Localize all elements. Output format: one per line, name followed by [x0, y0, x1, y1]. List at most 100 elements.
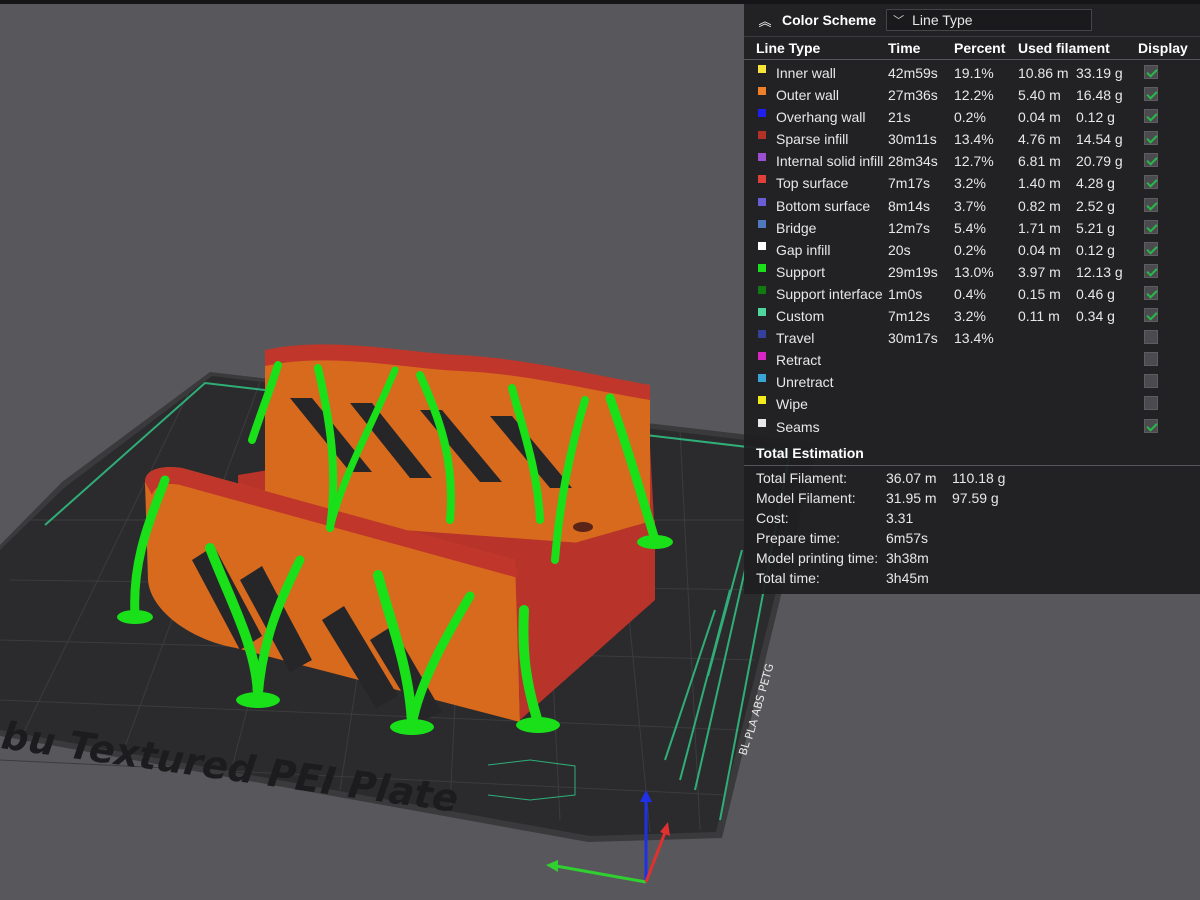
filament-length: 0.15 m — [1018, 285, 1061, 302]
time-value: 1m0s — [888, 285, 923, 302]
time-value: 7m12s — [888, 308, 931, 325]
table-row: Wipe — [744, 393, 1200, 415]
time-value: 30m17s — [888, 330, 938, 347]
display-checkbox[interactable] — [1144, 87, 1158, 102]
display-checkbox[interactable] — [1144, 396, 1158, 411]
line-type-name: Support interface — [776, 285, 883, 302]
filament-length: 1.71 m — [1018, 219, 1061, 236]
total-estimation-title: Total Estimation — [756, 445, 864, 461]
percent-value: 3.2% — [954, 175, 986, 192]
display-checkbox[interactable] — [1144, 241, 1158, 256]
header-display: Display — [1138, 40, 1188, 56]
filament-length: 0.04 m — [1018, 109, 1061, 126]
percent-value: 3.2% — [954, 308, 986, 325]
line-type-name: Support — [776, 263, 826, 280]
table-row: Bottom surface 8m14s 3.7% 0.82 m 2.52 g — [744, 195, 1200, 217]
line-type-name: Unretract — [776, 374, 834, 391]
total-value-secondary: 97.59 g — [952, 490, 999, 506]
panel-header: ︽ Color Scheme ﹀ Line Type — [744, 4, 1200, 37]
display-checkbox[interactable] — [1144, 352, 1158, 367]
total-row: Model printing time: 3h38m — [744, 548, 1200, 568]
time-value: 30m11s — [888, 131, 937, 148]
color-swatch — [758, 241, 766, 250]
display-checkbox[interactable] — [1144, 197, 1158, 212]
filament-length: 0.04 m — [1018, 241, 1061, 258]
display-checkbox[interactable] — [1144, 330, 1158, 345]
display-checkbox[interactable] — [1144, 308, 1158, 323]
color-swatch — [758, 285, 766, 294]
total-row: Cost: 3.31 — [744, 508, 1200, 528]
filament-weight: 0.34 g — [1076, 308, 1115, 325]
total-value: 3.31 — [886, 510, 914, 526]
table-row: Internal solid infill 28m34s 12.7% 6.81 m 20… — [744, 150, 1200, 172]
color-swatch — [758, 374, 766, 383]
percent-value: 0.2% — [954, 241, 986, 258]
display-checkbox[interactable] — [1144, 131, 1158, 146]
total-value: 3h38m — [886, 550, 929, 566]
percent-value: 12.2% — [954, 87, 994, 104]
filament-length: 1.40 m — [1018, 175, 1061, 192]
header-time: Time — [888, 40, 921, 56]
header-used-filament: Used filament — [1018, 40, 1110, 56]
line-type-table: Inner wall 42m59s 19.1% 10.86 m 33.19 g Outer… — [744, 60, 1200, 438]
total-label: Prepare time: — [756, 530, 841, 546]
time-value: 8m14s — [888, 197, 931, 214]
table-row: Bridge 12m7s 5.4% 1.71 m 5.21 g — [744, 217, 1200, 239]
total-label: Model Filament: — [756, 490, 856, 506]
color-swatch — [758, 352, 766, 361]
percent-value: 0.2% — [954, 109, 986, 126]
table-row: Seams — [744, 416, 1200, 438]
table-row: Retract — [744, 349, 1200, 371]
filament-weight: 12.13 g — [1076, 263, 1123, 280]
display-checkbox[interactable] — [1144, 109, 1158, 124]
filament-weight: 2.52 g — [1076, 197, 1115, 214]
display-checkbox[interactable] — [1144, 219, 1158, 234]
line-type-dropdown[interactable]: ﹀ Line Type — [886, 9, 1093, 31]
filament-weight: 0.46 g — [1076, 285, 1115, 302]
time-value: 20s — [888, 241, 911, 258]
double-chevron-up-icon[interactable]: ︽ — [752, 11, 778, 30]
line-type-name: Outer wall — [776, 87, 840, 104]
display-checkbox[interactable] — [1144, 285, 1158, 300]
time-value: 7m17s — [888, 175, 931, 192]
table-row: Inner wall 42m59s 19.1% 10.86 m 33.19 g — [744, 62, 1200, 84]
filament-length: 4.76 m — [1018, 131, 1061, 148]
table-row: Overhang wall 21s 0.2% 0.04 m 0.12 g — [744, 106, 1200, 128]
line-type-name: Inner wall — [776, 65, 836, 81]
line-type-name: Custom — [776, 308, 825, 325]
filament-weight: 33.19 g — [1076, 65, 1123, 81]
filament-weight: 0.12 g — [1076, 109, 1115, 126]
color-swatch — [758, 153, 766, 162]
line-type-name: Bottom surface — [776, 197, 871, 214]
bolt-hole — [573, 522, 593, 532]
line-type-name: Wipe — [776, 396, 808, 413]
display-checkbox[interactable] — [1144, 263, 1158, 278]
filament-weight: 5.21 g — [1076, 219, 1115, 236]
display-checkbox[interactable] — [1144, 418, 1158, 433]
time-value: 21s — [888, 109, 911, 126]
color-swatch — [758, 175, 766, 184]
x-axis-arrow — [546, 860, 558, 872]
color-swatch — [758, 418, 766, 427]
percent-value: 13.4% — [954, 330, 994, 347]
display-checkbox[interactable] — [1144, 153, 1158, 168]
display-checkbox[interactable] — [1144, 175, 1158, 190]
filament-length: 3.97 m — [1018, 263, 1061, 280]
color-swatch — [758, 87, 766, 96]
total-value-secondary: 110.18 g — [952, 470, 1006, 486]
table-row: Travel 30m17s 13.4% — [744, 327, 1200, 349]
plate-side-logo: BL — [736, 739, 753, 757]
filament-weight: 14.54 g — [1076, 131, 1123, 148]
table-header: Line Type Time Percent Used filament Dis… — [744, 37, 1200, 60]
percent-value: 13.0% — [954, 263, 994, 280]
total-row: Model Filament: 31.95 m 97.59 g — [744, 488, 1200, 508]
percent-value: 5.4% — [954, 219, 986, 236]
line-type-name: Retract — [776, 352, 822, 369]
table-row: Outer wall 27m36s 12.2% 5.40 m 16.48 g — [744, 84, 1200, 106]
table-row: Support 29m19s 13.0% 3.97 m 12.13 g — [744, 261, 1200, 283]
display-checkbox[interactable] — [1144, 65, 1158, 79]
display-checkbox[interactable] — [1144, 374, 1158, 389]
filament-weight: 20.79 g — [1076, 153, 1123, 170]
filament-length: 5.40 m — [1018, 87, 1061, 104]
line-type-name: Seams — [776, 418, 820, 435]
